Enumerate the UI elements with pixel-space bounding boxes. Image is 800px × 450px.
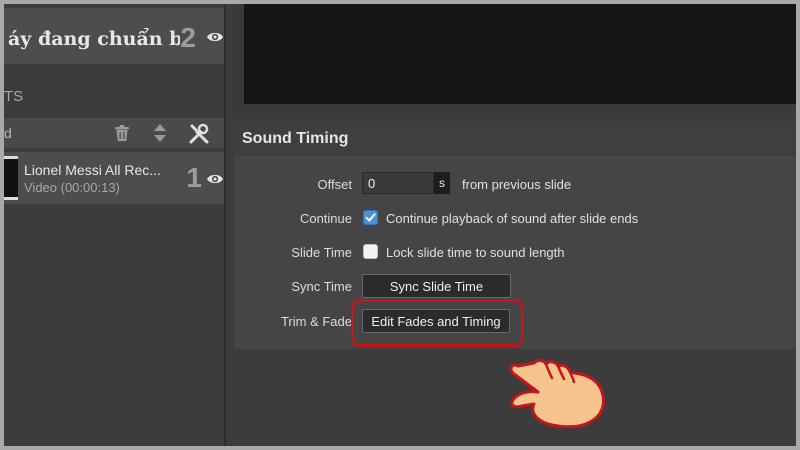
eye-icon[interactable] bbox=[206, 30, 224, 44]
app-window: áy đang chuẩn b 2 TS d Lionel Messi All … bbox=[4, 4, 796, 446]
list-header-label: d bbox=[4, 125, 12, 141]
trash-icon[interactable] bbox=[112, 123, 132, 143]
trim-fade-label: Trim & Fade bbox=[280, 314, 352, 329]
slide-list-panel: áy đang chuẩn b 2 TS d Lionel Messi All … bbox=[4, 4, 224, 446]
slide-time-label: Slide Time bbox=[291, 245, 352, 260]
offset-suffix: from previous slide bbox=[462, 177, 572, 192]
preview-canvas bbox=[244, 4, 796, 104]
sound-timing-title: Sound Timing bbox=[242, 130, 349, 147]
eye-icon[interactable] bbox=[206, 172, 224, 186]
highlight-box bbox=[351, 299, 524, 347]
list-header: d bbox=[4, 118, 224, 148]
section-label: TS bbox=[4, 88, 24, 105]
slide-time-checkbox[interactable] bbox=[363, 244, 378, 259]
sound-item-title: Lionel Messi All Rec... bbox=[24, 162, 161, 178]
slide-number: 2 bbox=[180, 22, 196, 53]
hand-pointer-icon bbox=[509, 359, 605, 429]
sound-item-number: 1 bbox=[186, 162, 202, 193]
video-thumbnail bbox=[4, 156, 18, 200]
sound-item-duration: Video (00:00:13) bbox=[24, 180, 120, 195]
slide-row-2[interactable]: áy đang chuẩn b 2 bbox=[4, 8, 224, 64]
preview-area bbox=[234, 4, 796, 114]
continue-checkbox[interactable] bbox=[363, 210, 378, 225]
offset-label: Offset bbox=[317, 177, 352, 192]
checkmark-icon bbox=[365, 213, 376, 222]
continue-text: Continue playback of sound after slide e… bbox=[386, 211, 639, 226]
panel-divider bbox=[224, 4, 226, 446]
continue-label: Continue bbox=[299, 211, 352, 226]
slide-time-text: Lock slide time to sound length bbox=[386, 245, 565, 260]
slide-title: áy đang chuẩn b bbox=[8, 28, 180, 50]
sync-slide-time-button[interactable]: Sync Slide Time bbox=[362, 274, 511, 298]
sound-timing-header: Sound Timing bbox=[234, 122, 796, 156]
offset-input[interactable] bbox=[362, 172, 434, 194]
sound-item-row[interactable]: Lionel Messi All Rec... Video (00:00:13)… bbox=[4, 152, 224, 204]
sync-time-label: Sync Time bbox=[291, 279, 352, 294]
tools-icon[interactable] bbox=[188, 123, 210, 145]
offset-unit: s bbox=[434, 172, 450, 194]
sort-arrows-icon[interactable] bbox=[150, 123, 170, 143]
